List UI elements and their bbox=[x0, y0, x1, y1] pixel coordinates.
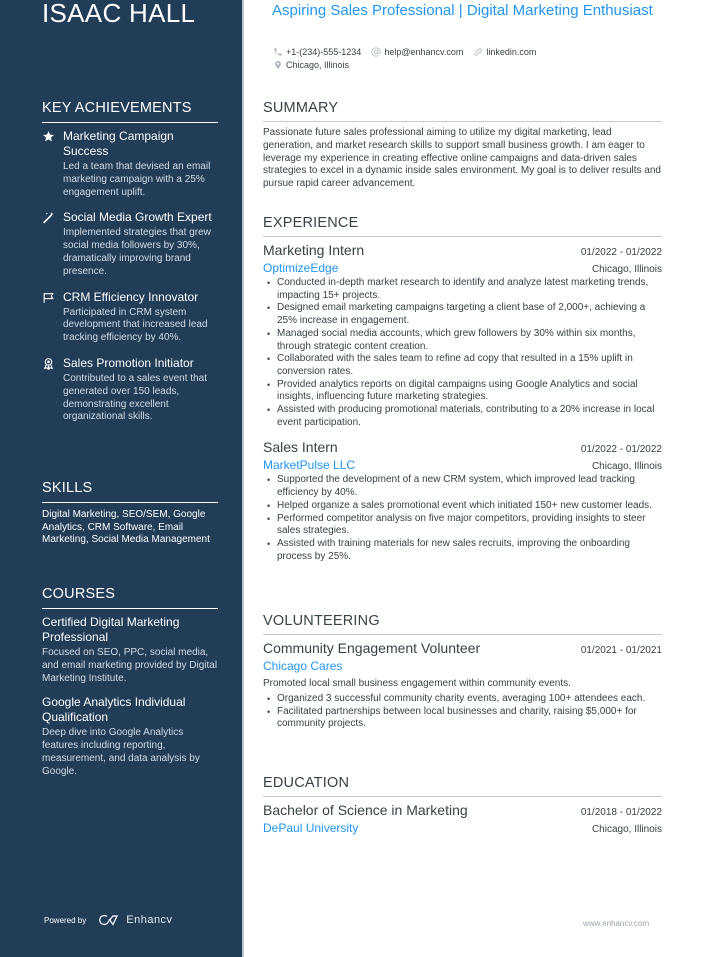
magic-wand-icon bbox=[43, 212, 54, 224]
organization-name: Chicago Cares bbox=[263, 659, 343, 673]
education-entry: Bachelor of Science in Marketing 01/2018… bbox=[263, 802, 662, 835]
award-ribbon-icon bbox=[43, 358, 54, 370]
job-bullets: Supported the development of a new CRM s… bbox=[263, 474, 662, 563]
degree: Bachelor of Science in Marketing bbox=[263, 802, 468, 818]
experience-heading: EXPERIENCE bbox=[263, 215, 662, 237]
achievement-desc: Participated in CRM system development t… bbox=[63, 306, 208, 344]
course-title: Certified Digital Marketing Professional bbox=[42, 615, 180, 644]
skills-heading: SKILLS bbox=[42, 480, 218, 503]
candidate-name: ISAAC HALL bbox=[42, 0, 196, 28]
at-icon bbox=[371, 46, 381, 57]
education-heading: EDUCATION bbox=[263, 775, 662, 797]
experience-entry: Sales Intern 01/2022 - 01/2022 MarketPul… bbox=[263, 439, 662, 563]
key-achievements-section: KEY ACHIEVEMENTS Marketing Campaign Succ… bbox=[42, 100, 218, 435]
bullet-item: Assisted with training materials for new… bbox=[263, 538, 662, 563]
course-desc: Deep dive into Google Analytics features… bbox=[42, 727, 200, 777]
flag-icon bbox=[43, 292, 54, 303]
achievement-item: Sales Promotion Initiator Contributed to… bbox=[42, 356, 218, 424]
achievement-item: CRM Efficiency Innovator Participated in… bbox=[42, 290, 218, 345]
achievement-title: CRM Efficiency Innovator bbox=[63, 289, 199, 304]
enhancv-logo-icon bbox=[99, 914, 119, 926]
company-name: OptimizeEdge bbox=[263, 261, 339, 275]
volunteering-entry: Community Engagement Volunteer 01/2021 -… bbox=[263, 640, 662, 731]
volunteering-heading: VOLUNTEERING bbox=[263, 613, 662, 635]
achievement-title: Marketing Campaign Success bbox=[63, 129, 174, 158]
enhancv-brand: Enhancv bbox=[126, 914, 173, 926]
job-dates: 01/2022 - 01/2022 bbox=[580, 444, 662, 456]
contact-phone[interactable]: +1-(234)-555-1234 bbox=[273, 47, 361, 57]
achievement-desc: Contributed to a sales event that genera… bbox=[63, 372, 207, 423]
summary-text: Passionate future sales professional aim… bbox=[263, 127, 661, 190]
course-desc: Focused on SEO, PPC, social media, and e… bbox=[42, 647, 218, 684]
volunteer-desc: Promoted local small business engagement… bbox=[263, 678, 571, 689]
summary-heading: SUMMARY bbox=[263, 100, 662, 122]
summary-section: SUMMARY Passionate future sales professi… bbox=[263, 100, 662, 191]
bullet-item: Helped organize a sales promotional even… bbox=[263, 500, 662, 513]
phone-icon bbox=[274, 47, 282, 56]
courses-section: COURSES Certified Digital Marketing Prof… bbox=[42, 586, 218, 789]
powered-by: Powered by Enhancv bbox=[44, 914, 173, 926]
enhancv-logo[interactable]: Enhancv bbox=[98, 914, 172, 926]
sidebar: ISAAC HALL KEY ACHIEVEMENTS Marketing Ca… bbox=[0, 0, 244, 957]
achievement-title: Social Media Growth Expert bbox=[63, 210, 212, 225]
volunteer-bullets: Organized 3 successful community charity… bbox=[263, 693, 662, 731]
skills-list: Digital Marketing, SEO/SEM, Google Analy… bbox=[42, 509, 210, 545]
education-dates: 01/2018 - 01/2022 bbox=[580, 807, 662, 818]
contact-linkedin[interactable]: linkedin.com bbox=[473, 47, 536, 57]
job-bullets: Conducted in-depth market research to id… bbox=[263, 277, 662, 429]
achievement-desc: Implemented strategies that grew social … bbox=[63, 227, 211, 277]
contact-location: Chicago, Illinois bbox=[273, 60, 349, 70]
courses-heading: COURSES bbox=[42, 586, 218, 609]
powered-by-label: Powered by bbox=[44, 915, 87, 925]
footer-website[interactable]: www.enhancv.com bbox=[583, 919, 649, 928]
job-dates: 01/2022 - 01/2022 bbox=[580, 247, 662, 258]
job-title: Sales Intern bbox=[263, 439, 338, 456]
job-location: Chicago, Illinois bbox=[591, 461, 662, 473]
star-icon bbox=[43, 131, 54, 142]
education-section: EDUCATION Bachelor of Science in Marketi… bbox=[263, 775, 662, 845]
bullet-item: Managed social media accounts, which gre… bbox=[263, 328, 662, 353]
volunteer-dates: 01/2021 - 01/2021 bbox=[580, 645, 662, 656]
school-name: DePaul University bbox=[263, 821, 359, 835]
course-title: Google Analytics Individual Qualificatio… bbox=[42, 695, 186, 725]
bullet-item: Provided analytics reports on digital ca… bbox=[263, 379, 662, 404]
bullet-item: Conducted in-depth market research to id… bbox=[263, 277, 662, 302]
headline: Aspiring Sales Professional | Digital Ma… bbox=[272, 2, 653, 19]
job-title: Marketing Intern bbox=[263, 242, 365, 258]
achievement-item: Social Media Growth Expert Implemented s… bbox=[42, 210, 218, 278]
link-icon bbox=[474, 47, 483, 56]
volunteering-section: VOLUNTEERING Community Engagement Volunt… bbox=[263, 613, 662, 741]
bullet-item: Supported the development of a new CRM s… bbox=[263, 474, 662, 499]
bullet-item: Organized 3 successful community charity… bbox=[263, 693, 662, 706]
course-item: Certified Digital Marketing Professional… bbox=[42, 615, 218, 685]
course-item: Google Analytics Individual Qualificatio… bbox=[42, 695, 218, 778]
bullet-item: Assisted with producing promotional mate… bbox=[263, 404, 662, 429]
bullet-item: Facilitated partnerships between local b… bbox=[263, 706, 662, 731]
map-pin-icon bbox=[275, 60, 281, 69]
key-achievements-heading: KEY ACHIEVEMENTS bbox=[42, 100, 218, 123]
experience-section: EXPERIENCE Marketing Intern 01/2022 - 01… bbox=[263, 215, 662, 573]
contact-email[interactable]: help@enhancv.com bbox=[371, 47, 463, 57]
experience-entry: Marketing Intern 01/2022 - 01/2022 Optim… bbox=[263, 242, 662, 429]
volunteer-role: Community Engagement Volunteer bbox=[263, 640, 481, 656]
bullet-item: Performed competitor analysis on five ma… bbox=[263, 513, 662, 538]
contact-info: +1-(234)-555-1234 help@enhancv.com linke… bbox=[273, 45, 546, 71]
bullet-item: Designed email marketing campaigns targe… bbox=[263, 302, 662, 327]
school-location: Chicago, Illinois bbox=[591, 824, 662, 835]
bullet-item: Collaborated with the sales team to refi… bbox=[263, 353, 662, 378]
skills-section: SKILLS Digital Marketing, SEO/SEM, Googl… bbox=[42, 480, 218, 547]
company-name: MarketPulse LLC bbox=[263, 458, 356, 473]
achievement-title: Sales Promotion Initiator bbox=[63, 355, 194, 370]
achievement-desc: Led a team that devised an email marketi… bbox=[63, 161, 211, 198]
job-location: Chicago, Illinois bbox=[591, 264, 662, 275]
achievement-item: Marketing Campaign Success Led a team th… bbox=[42, 129, 218, 199]
